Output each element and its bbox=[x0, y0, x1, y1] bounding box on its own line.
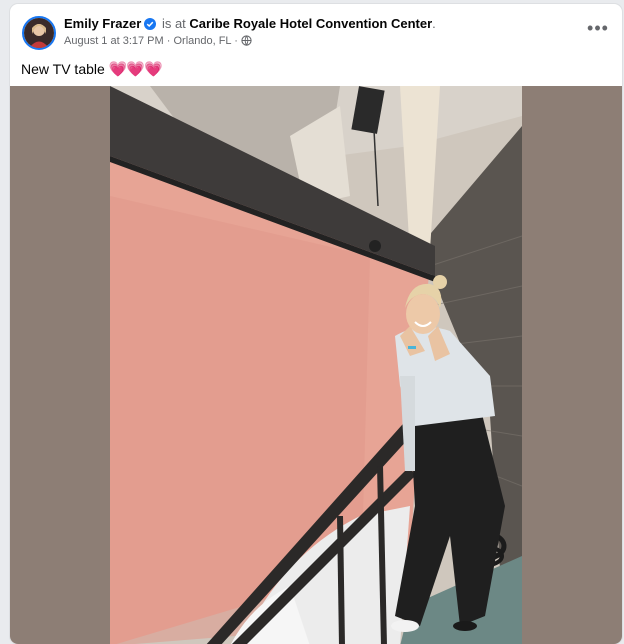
location-link[interactable]: Caribe Royale Hotel Convention Center bbox=[189, 16, 432, 31]
location-prefix: is at bbox=[161, 16, 186, 31]
post-photo[interactable] bbox=[110, 86, 522, 644]
meta-separator: · bbox=[234, 35, 238, 47]
author-name[interactable]: Emily Frazer bbox=[64, 16, 141, 31]
post-meta: August 1 at 3:17 PM · Orlando, FL · bbox=[64, 35, 252, 49]
post-caption: New TV table 💗💗💗 bbox=[21, 60, 163, 78]
feed-post: Emily Frazer is at Caribe Royale Hotel C… bbox=[10, 4, 622, 644]
more-options-icon[interactable]: ••• bbox=[587, 18, 609, 38]
post-timestamp[interactable]: August 1 at 3:17 PM bbox=[64, 35, 164, 47]
verified-badge-icon bbox=[144, 18, 157, 33]
author-avatar[interactable] bbox=[22, 16, 56, 50]
meta-separator: · bbox=[166, 35, 171, 47]
caption-text: New TV table bbox=[21, 61, 105, 77]
caption-hearts: 💗💗💗 bbox=[108, 61, 163, 78]
globe-icon[interactable] bbox=[241, 35, 252, 49]
location-suffix: . bbox=[432, 16, 436, 31]
more-options-label: ••• bbox=[587, 18, 609, 38]
post-photo-frame bbox=[10, 86, 622, 644]
post-city: Orlando, FL bbox=[173, 35, 232, 47]
avatar-image bbox=[24, 18, 54, 48]
post-header: Emily Frazer is at Caribe Royale Hotel C… bbox=[64, 16, 436, 33]
